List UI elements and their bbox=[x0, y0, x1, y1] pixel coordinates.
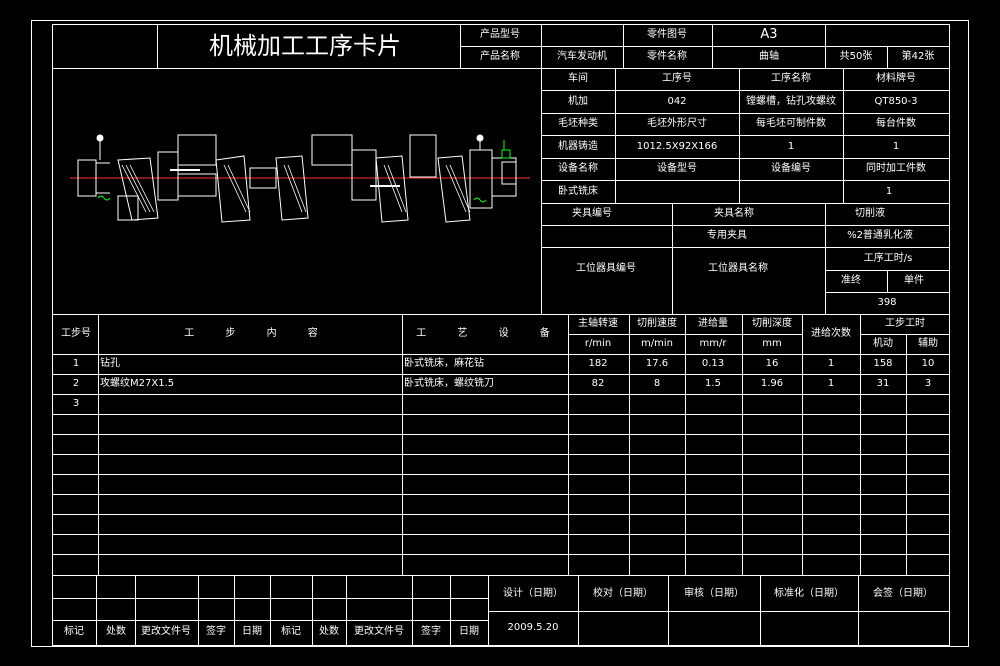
process-time-label: 工序工时/s bbox=[863, 253, 913, 264]
footer-count: 处数 bbox=[106, 626, 126, 637]
step-2-passes: 1 bbox=[827, 378, 835, 389]
step-1-aux: 10 bbox=[921, 358, 935, 369]
coolant-value: %2普通乳化液 bbox=[847, 230, 913, 241]
footer-signature: 签字 bbox=[206, 626, 226, 637]
parts-per-blank-value: 1 bbox=[787, 141, 795, 152]
step-1-content: 钻孔 bbox=[100, 358, 120, 369]
step-2-equipment: 卧式铣床，螺纹铣刀 bbox=[404, 378, 494, 389]
parts-per-blank-label: 每毛坯可制件数 bbox=[756, 118, 826, 129]
process-no-value: 042 bbox=[667, 96, 687, 107]
material-label: 材料牌号 bbox=[876, 73, 916, 84]
station-tool-name-label: 工位器具名称 bbox=[708, 263, 768, 274]
crankshaft-drawing bbox=[70, 134, 530, 223]
fixture-name-label: 夹具名称 bbox=[714, 208, 754, 219]
step-2-machine: 31 bbox=[876, 378, 890, 389]
equipment-model-label: 设备型号 bbox=[657, 163, 697, 174]
equipment-name-value: 卧式铣床 bbox=[558, 186, 598, 197]
step-2-no: 2 bbox=[72, 378, 80, 389]
footer-count-2: 处数 bbox=[319, 626, 339, 637]
part-name-label: 零件名称 bbox=[647, 51, 687, 62]
part-drawing-label: 零件图号 bbox=[647, 29, 687, 40]
step-2-aux: 3 bbox=[924, 378, 932, 389]
unit-time-label: 单件 bbox=[904, 275, 924, 286]
footer-mark-2: 标记 bbox=[281, 626, 301, 637]
col-feed-unit: mm/r bbox=[699, 338, 727, 349]
blank-size-value: 1012.5X92X166 bbox=[636, 141, 718, 152]
process-name-label: 工序名称 bbox=[771, 73, 811, 84]
col-step-time: 工步工时 bbox=[885, 318, 925, 329]
footer-date: 日期 bbox=[242, 626, 262, 637]
review-label: 审核（日期） bbox=[684, 588, 744, 599]
col-depth: 切削深度 bbox=[752, 318, 792, 329]
step-1-no: 1 bbox=[72, 358, 80, 369]
col-feed: 进给量 bbox=[698, 318, 728, 329]
col-spindle-speed: 主轴转速 bbox=[578, 318, 618, 329]
col-equipment: 工 艺 设 备 bbox=[416, 328, 564, 339]
station-tool-no-label: 工位器具编号 bbox=[576, 263, 636, 274]
blank-type-value: 机器铸造 bbox=[558, 141, 598, 152]
col-cutting-unit: m/min bbox=[641, 338, 673, 349]
fixture-no-label: 夹具编号 bbox=[572, 208, 612, 219]
col-depth-unit: mm bbox=[762, 338, 782, 349]
process-no-label: 工序号 bbox=[662, 73, 692, 84]
footer-change-doc: 更改文件号 bbox=[141, 626, 191, 637]
coolant-label: 切削液 bbox=[855, 208, 885, 219]
step-1-depth: 16 bbox=[765, 358, 779, 369]
part-name-value: 曲轴 bbox=[759, 51, 779, 62]
part-drawing-value: A3 bbox=[760, 27, 778, 42]
col-spindle-unit: r/min bbox=[584, 338, 612, 349]
step-1-cutting: 17.6 bbox=[645, 358, 669, 369]
footer-change-doc-2: 更改文件号 bbox=[354, 626, 404, 637]
unit-time-value: 398 bbox=[877, 297, 897, 308]
product-name-label: 产品名称 bbox=[480, 51, 520, 62]
countersign-label: 会签（日期） bbox=[873, 588, 933, 599]
blank-size-label: 毛坯外形尺寸 bbox=[647, 118, 707, 129]
simultaneous-label: 同时加工件数 bbox=[866, 163, 926, 174]
col-step-no: 工步号 bbox=[61, 328, 91, 339]
col-step-content: 工 步 内 容 bbox=[184, 328, 332, 339]
total-sheets: 共50张 bbox=[839, 51, 873, 62]
step-3-no: 3 bbox=[72, 398, 80, 409]
footer-mark: 标记 bbox=[64, 626, 84, 637]
equipment-no-label: 设备编号 bbox=[771, 163, 811, 174]
standardize-label: 标准化（日期） bbox=[774, 588, 844, 599]
col-aux-time: 辅助 bbox=[918, 338, 938, 349]
prep-end-label: 准终 bbox=[841, 275, 861, 286]
step-1-feed: 0.13 bbox=[701, 358, 725, 369]
col-passes: 进给次数 bbox=[811, 328, 851, 339]
col-cutting-speed: 切削速度 bbox=[637, 318, 677, 329]
product-model-label: 产品型号 bbox=[480, 29, 520, 40]
step-2-cutting: 8 bbox=[653, 378, 661, 389]
equipment-name-label: 设备名称 bbox=[558, 163, 598, 174]
design-date: 2009.5.20 bbox=[507, 622, 559, 633]
workshop-value: 机加 bbox=[568, 96, 588, 107]
step-1-machine: 158 bbox=[873, 358, 893, 369]
parts-per-unit-label: 每台件数 bbox=[876, 118, 916, 129]
card-title: 机械加工工序卡片 bbox=[209, 32, 401, 60]
step-1-passes: 1 bbox=[827, 358, 835, 369]
fixture-name-value: 专用夹具 bbox=[707, 230, 747, 241]
col-machine-time: 机动 bbox=[873, 338, 893, 349]
step-2-content: 攻螺纹M27X1.5 bbox=[100, 378, 175, 389]
proofread-label: 校对（日期） bbox=[593, 588, 653, 599]
step-2-depth: 1.96 bbox=[760, 378, 784, 389]
simultaneous-value: 1 bbox=[885, 186, 893, 197]
footer-signature-2: 签字 bbox=[421, 626, 441, 637]
material-value: QT850-3 bbox=[874, 96, 918, 107]
product-name-value: 汽车发动机 bbox=[557, 51, 607, 62]
blank-type-label: 毛坯种类 bbox=[558, 118, 598, 129]
workshop-label: 车间 bbox=[568, 73, 588, 84]
step-2-spindle: 82 bbox=[591, 378, 605, 389]
footer-date-2: 日期 bbox=[459, 626, 479, 637]
step-2-feed: 1.5 bbox=[705, 378, 721, 389]
parts-per-unit-value: 1 bbox=[892, 141, 900, 152]
sheet-number: 第42张 bbox=[901, 51, 935, 62]
process-name-value: 镗螺槽，钻孔攻螺纹 bbox=[746, 96, 836, 107]
step-1-equipment: 卧式铣床，麻花钻 bbox=[404, 358, 484, 369]
design-label: 设计（日期） bbox=[503, 588, 563, 599]
step-1-spindle: 182 bbox=[588, 358, 608, 369]
